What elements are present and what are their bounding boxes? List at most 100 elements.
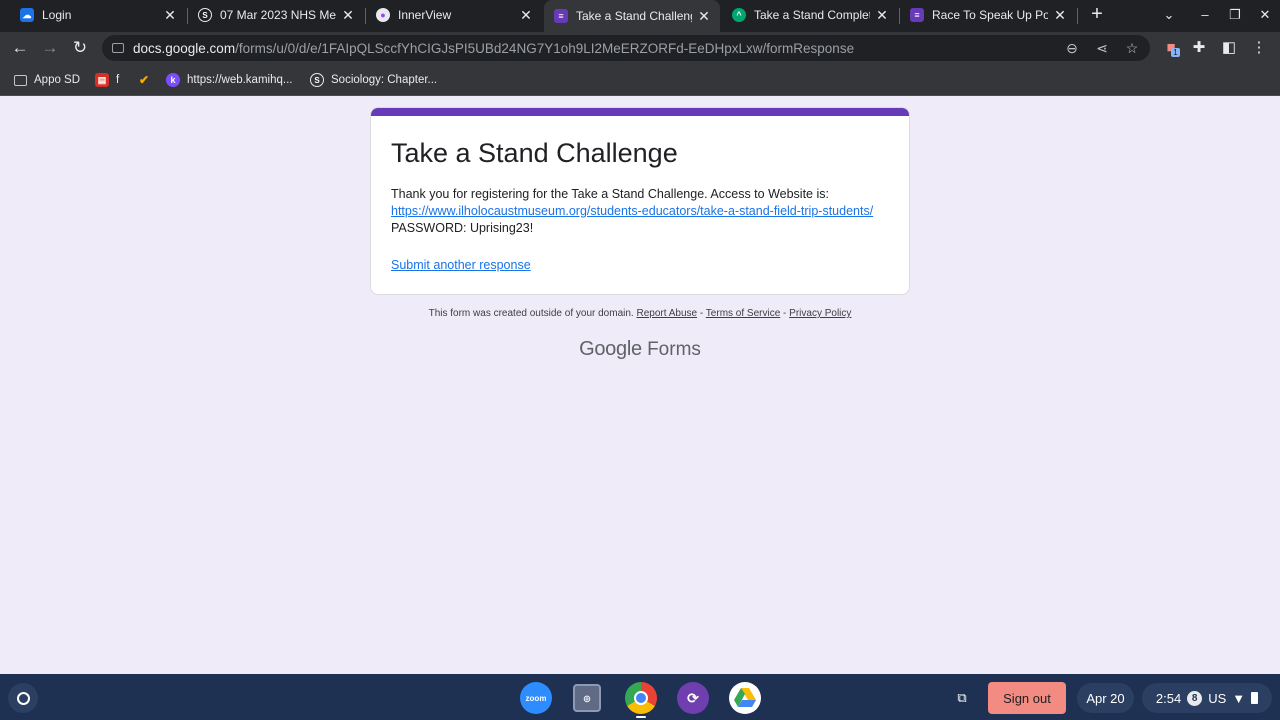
website-link[interactable]: https://www.ilholocaustmuseum.org/studen… [391,204,873,218]
url-path: /forms/u/0/d/e/1FAIpQLSccfYhCIGJsPI5UBd2… [235,40,855,56]
form-title: Take a Stand Challenge [391,138,678,168]
zoom-app-icon[interactable]: zoom [520,682,552,714]
tab-take-a-stand-challenge[interactable]: ≡ Take a Stand Challenge ✕ [544,0,720,32]
tab-login[interactable]: ☁ Login ✕ [10,0,186,30]
tab-title: 07 Mar 2023 NHS Meet [220,8,336,22]
close-icon[interactable]: ✕ [518,7,534,23]
chromeos-shelf: zoom ◎ ⟳ ⧉ Sign out Apr 20 2:54 8 US ▼ [0,674,1280,720]
bookmarks-bar: Appo SD ▤ f ✔ k https://web.kamihq... S … [0,64,1280,96]
s-circle-icon: S [310,73,324,87]
site-info-icon[interactable] [112,43,124,53]
tab-strip: ☁ Login ✕ S 07 Mar 2023 NHS Meet ✕ ● Inn… [0,0,1280,32]
password-text: PASSWORD: Uprising23! [391,221,534,235]
tab-title: Race To Speak Up Podc [932,8,1048,22]
battery-icon [1251,692,1259,704]
chevron-down-icon[interactable]: ⌄ [1158,4,1180,26]
footer-note: This form was created outside of your do… [428,308,634,319]
minimize-icon[interactable]: – [1194,4,1216,26]
close-icon[interactable]: ✕ [162,7,178,23]
side-panel-icon[interactable]: ◧ [1218,37,1240,59]
folder-icon [14,74,27,86]
s-circle-icon: S [198,8,212,22]
report-abuse-link[interactable]: Report Abuse [636,308,697,319]
kami-icon: k [166,73,180,87]
restore-icon[interactable]: ❐ [1224,4,1246,26]
date-tray[interactable]: Apr 20 [1077,683,1134,713]
tab-nhs-meet[interactable]: S 07 Mar 2023 NHS Meet ✕ [188,0,364,30]
back-icon[interactable]: ← [9,37,31,59]
menu-icon[interactable]: ⋮ [1248,37,1270,59]
zoom-label: zoom [525,693,547,703]
bookmark-bird[interactable]: ✔ [137,71,158,89]
extension-icon[interactable]: ■ 1 [1160,37,1182,59]
terms-of-service-link[interactable]: Terms of Service [706,308,780,319]
bookmark-label: Appo SD [34,74,81,86]
close-window-icon[interactable]: ✕ [1254,4,1276,26]
tab-separator [1077,8,1078,24]
bird-icon: ✔ [138,73,150,87]
extension-badge: 1 [1171,48,1180,57]
innerview-icon: ● [376,8,390,22]
wifi-icon: ▼ [1232,690,1246,706]
url-host: docs.google.com [133,40,236,56]
share-icon[interactable]: ⋖ [1092,38,1112,58]
privacy-policy-link[interactable]: Privacy Policy [789,308,851,319]
purple-app-icon[interactable]: ⟳ [677,682,709,714]
tab-title: Login [42,8,72,22]
cloud-icon: ☁ [20,8,34,22]
bookmark-f[interactable]: ▤ f [95,71,119,89]
launcher-circle-icon [16,691,30,705]
notification-count-badge: 8 [1187,690,1203,706]
launcher-button[interactable] [8,683,38,713]
submit-another-response-link[interactable]: Submit another response [391,258,531,272]
close-icon[interactable]: ✕ [1052,7,1068,23]
tab-title: InnerView [398,8,452,22]
bookmark-star-icon[interactable]: ☆ [1122,38,1142,58]
tab-innerview[interactable]: ● InnerView ✕ [366,0,542,30]
bookmark-sociology[interactable]: S Sociology: Chapter... [310,71,437,89]
forms-icon: ≡ [910,8,924,22]
form-accent-bar [371,108,909,116]
chrome-app-icon[interactable] [625,682,657,714]
message-text: Thank you for registering for the Take a… [391,187,829,201]
google-forms-logo[interactable]: Google Forms [370,338,910,361]
bookmark-label: f [116,74,120,86]
forward-icon[interactable]: → [39,37,61,59]
footer-separator: - [780,308,790,319]
tab-title: Take a Stand Challenge [576,9,692,23]
green-app-icon: ^ [732,8,746,22]
reload-icon[interactable]: ↻ [69,37,91,59]
footer-separator: - [697,308,706,319]
close-icon[interactable]: ✕ [874,7,890,23]
zoom-icon[interactable]: ⊖ [1062,38,1082,58]
close-icon[interactable]: ✕ [696,8,712,24]
new-tab-button[interactable]: + [1086,4,1108,26]
active-app-indicator [636,716,646,718]
forms-icon: ≡ [554,9,568,23]
tab-title: Take a Stand Completio [754,8,870,22]
form-footer: This form was created outside of your do… [370,308,910,319]
screenshot-app-icon[interactable]: ◎ [573,684,601,712]
time-text: 2:54 [1155,690,1182,706]
close-icon[interactable]: ✕ [340,7,356,23]
bookmark-label: Sociology: Chapter... [331,74,438,86]
tab-race-to-speak-up[interactable]: ≡ Race To Speak Up Podc ✕ [900,0,1076,30]
bookmark-kami[interactable]: k https://web.kamihq... [166,71,292,89]
bookmark-label: https://web.kamihq... [187,74,293,86]
tab-take-a-stand-completion[interactable]: ^ Take a Stand Completio ✕ [722,0,898,30]
status-tray[interactable]: 2:54 8 US ▼ [1142,683,1272,713]
bookmark-appo-sd[interactable]: Appo SD [14,71,80,89]
confirmation-message: Thank you for registering for the Take a… [391,186,873,237]
forms-wordmark: Forms [647,339,701,360]
puzzle-icon[interactable]: ✚ [1188,37,1210,59]
google-drive-icon[interactable] [729,682,761,714]
form-response-card: Take a Stand Challenge Thank you for reg… [370,107,910,295]
red-app-icon: ▤ [95,73,109,87]
locale-text: US [1208,690,1227,706]
date-text: Apr 20 [1086,690,1125,706]
browser-toolbar: ← → ↻ docs.google.com/forms/u/0/d/e/1FAI… [0,32,1280,64]
google-wordmark: Google [579,338,642,360]
holding-space-icon[interactable]: ⧉ [948,683,976,713]
sign-out-button[interactable]: Sign out [988,682,1066,714]
address-bar[interactable]: docs.google.com/forms/u/0/d/e/1FAIpQLScc… [102,35,1150,61]
